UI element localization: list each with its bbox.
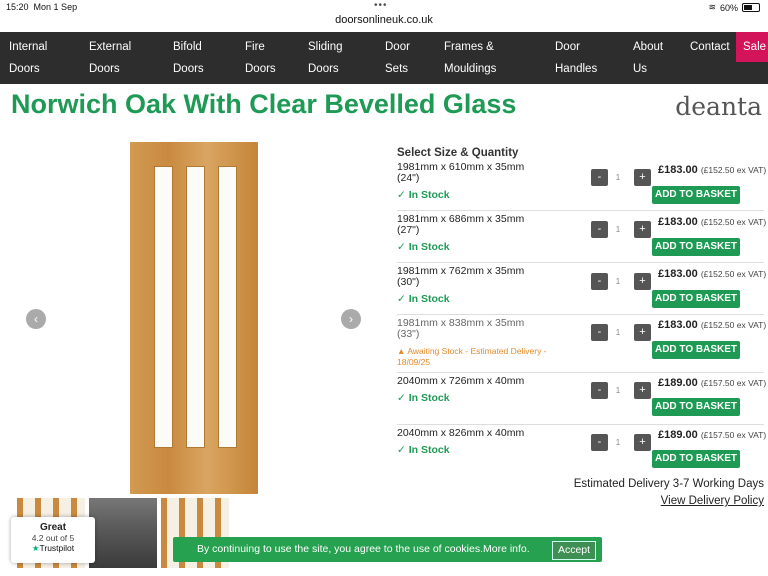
stock-status-awaiting: ▲ Awaiting Stock - Estimated Delivery - …	[397, 346, 547, 367]
prev-image-button[interactable]: ‹	[26, 309, 46, 329]
size-row: 2040mm x 726mm x 40mm ✓ In Stock - 1 + £…	[397, 375, 767, 425]
stock-status: ✓ In Stock	[397, 392, 450, 404]
size-row: 2040mm x 826mm x 40mm ✓ In Stock - 1 + £…	[397, 427, 767, 472]
main-nav: Internal Doors External Doors Bifold Doors …	[0, 32, 768, 84]
brand-logo: deanta	[675, 92, 762, 121]
size-row: 1981mm x 610mm x 35mm (24") ✓ In Stock - …	[397, 161, 767, 211]
cookie-more-info-link[interactable]: More info.	[483, 537, 530, 562]
price: £189.00 (£157.50 ex VAT)	[658, 429, 767, 441]
stock-status: ✓ In Stock	[397, 189, 450, 201]
size-label: 1981mm x 838mm x 35mm (33")	[397, 317, 525, 340]
page-title: Norwich Oak With Clear Bevelled Glass	[11, 89, 517, 119]
battery-icon	[742, 3, 760, 12]
next-image-button[interactable]: ›	[341, 309, 361, 329]
qty-input[interactable]: 1	[608, 169, 628, 186]
add-to-basket-button[interactable]: ADD TO BASKET	[652, 238, 740, 256]
qty-decrease-button[interactable]: -	[591, 221, 608, 238]
nav-bifold-doors[interactable]: Bifold Doors	[173, 32, 204, 84]
size-row: 1981mm x 762mm x 35mm (30") ✓ In Stock - …	[397, 265, 767, 315]
stock-status: ✓ In Stock	[397, 444, 450, 456]
qty-input[interactable]: 1	[608, 382, 628, 399]
price: £183.00 (£152.50 ex VAT)	[658, 268, 767, 280]
status-time: 15:20 Mon 1 Sep	[6, 2, 78, 12]
nav-sliding-doors[interactable]: Sliding Doors	[308, 32, 343, 84]
size-label: 2040mm x 826mm x 40mm	[397, 427, 525, 439]
price: £183.00 (£152.50 ex VAT)	[658, 216, 767, 228]
qty-decrease-button[interactable]: -	[591, 273, 608, 290]
qty-decrease-button[interactable]: -	[591, 169, 608, 186]
address-bar[interactable]: doorsonlineuk.co.uk	[0, 14, 768, 26]
size-label: 2040mm x 726mm x 40mm	[397, 375, 525, 387]
qty-input[interactable]: 1	[608, 273, 628, 290]
qty-decrease-button[interactable]: -	[591, 324, 608, 341]
delivery-estimate: Estimated Delivery 3-7 Working Days	[573, 478, 764, 490]
qty-decrease-button[interactable]: -	[591, 434, 608, 451]
size-quantity-heading: Select Size & Quantity	[397, 147, 519, 159]
trustpilot-score: 4.2 out of 5	[31, 533, 75, 543]
qty-input[interactable]: 1	[608, 324, 628, 341]
stock-status: ✓ In Stock	[397, 241, 450, 253]
add-to-basket-button[interactable]: ADD TO BASKET	[652, 398, 740, 416]
add-to-basket-button[interactable]: ADD TO BASKET	[652, 450, 740, 468]
tab-dots-icon[interactable]: •••	[374, 0, 388, 11]
glass-panel	[218, 166, 237, 448]
qty-increase-button[interactable]: +	[634, 221, 651, 238]
nav-contact[interactable]: Contact	[690, 32, 730, 84]
battery-percent: 60%	[719, 2, 738, 13]
delivery-policy-link[interactable]: View Delivery Policy	[661, 495, 764, 507]
product-image	[130, 142, 258, 494]
trustpilot-widget[interactable]: Great 4.2 out of 5 ★Trustpilot	[11, 517, 95, 563]
price: £183.00 (£152.50 ex VAT)	[658, 164, 767, 176]
nav-door-sets[interactable]: Door Sets	[385, 32, 410, 84]
glass-panel	[154, 166, 173, 448]
cookie-message: By continuing to use the site, you agree…	[197, 543, 484, 555]
qty-increase-button[interactable]: +	[634, 382, 651, 399]
trustpilot-rating-word: Great	[39, 522, 67, 533]
qty-increase-button[interactable]: +	[634, 273, 651, 290]
nav-about-us[interactable]: About Us	[633, 32, 663, 84]
add-to-basket-button[interactable]: ADD TO BASKET	[652, 341, 740, 359]
size-label: 1981mm x 762mm x 35mm (30")	[397, 265, 525, 288]
status-bar: 15:20 Mon 1 Sep ••• ≋ 60%	[0, 0, 768, 14]
nav-sale[interactable]: Sale	[736, 32, 768, 62]
price: £183.00 (£152.50 ex VAT)	[658, 319, 767, 331]
qty-increase-button[interactable]: +	[634, 434, 651, 451]
qty-input[interactable]: 1	[608, 434, 628, 451]
size-label: 1981mm x 610mm x 35mm (24")	[397, 161, 525, 184]
size-label: 1981mm x 686mm x 35mm (27")	[397, 213, 525, 236]
trustpilot-logo: ★Trustpilot	[31, 543, 75, 553]
nav-fire-doors[interactable]: Fire Doors	[245, 32, 276, 84]
thumbnail-2[interactable]	[89, 498, 157, 568]
add-to-basket-button[interactable]: ADD TO BASKET	[652, 290, 740, 308]
nav-door-handles[interactable]: Door Handles	[555, 32, 597, 84]
cookie-accept-button[interactable]: Accept	[552, 541, 596, 560]
nav-external-doors[interactable]: External Doors	[89, 32, 131, 84]
glass-panel	[186, 166, 205, 448]
nav-internal-doors[interactable]: Internal Doors	[9, 32, 47, 84]
qty-input[interactable]: 1	[608, 221, 628, 238]
wifi-icon: ≋	[708, 2, 716, 12]
price: £189.00 (£157.50 ex VAT)	[658, 377, 767, 389]
qty-decrease-button[interactable]: -	[591, 382, 608, 399]
qty-increase-button[interactable]: +	[634, 169, 651, 186]
stock-status: ✓ In Stock	[397, 293, 450, 305]
cookie-banner: By continuing to use the site, you agree…	[173, 537, 602, 562]
size-row: 1981mm x 686mm x 35mm (27") ✓ In Stock - …	[397, 213, 767, 263]
qty-increase-button[interactable]: +	[634, 324, 651, 341]
status-right: ≋ 60%	[708, 2, 760, 13]
nav-frames-mouldings[interactable]: Frames & Mouldings	[444, 32, 496, 84]
size-row: 1981mm x 838mm x 35mm (33") ▲ Awaiting St…	[397, 317, 767, 373]
add-to-basket-button[interactable]: ADD TO BASKET	[652, 186, 740, 204]
